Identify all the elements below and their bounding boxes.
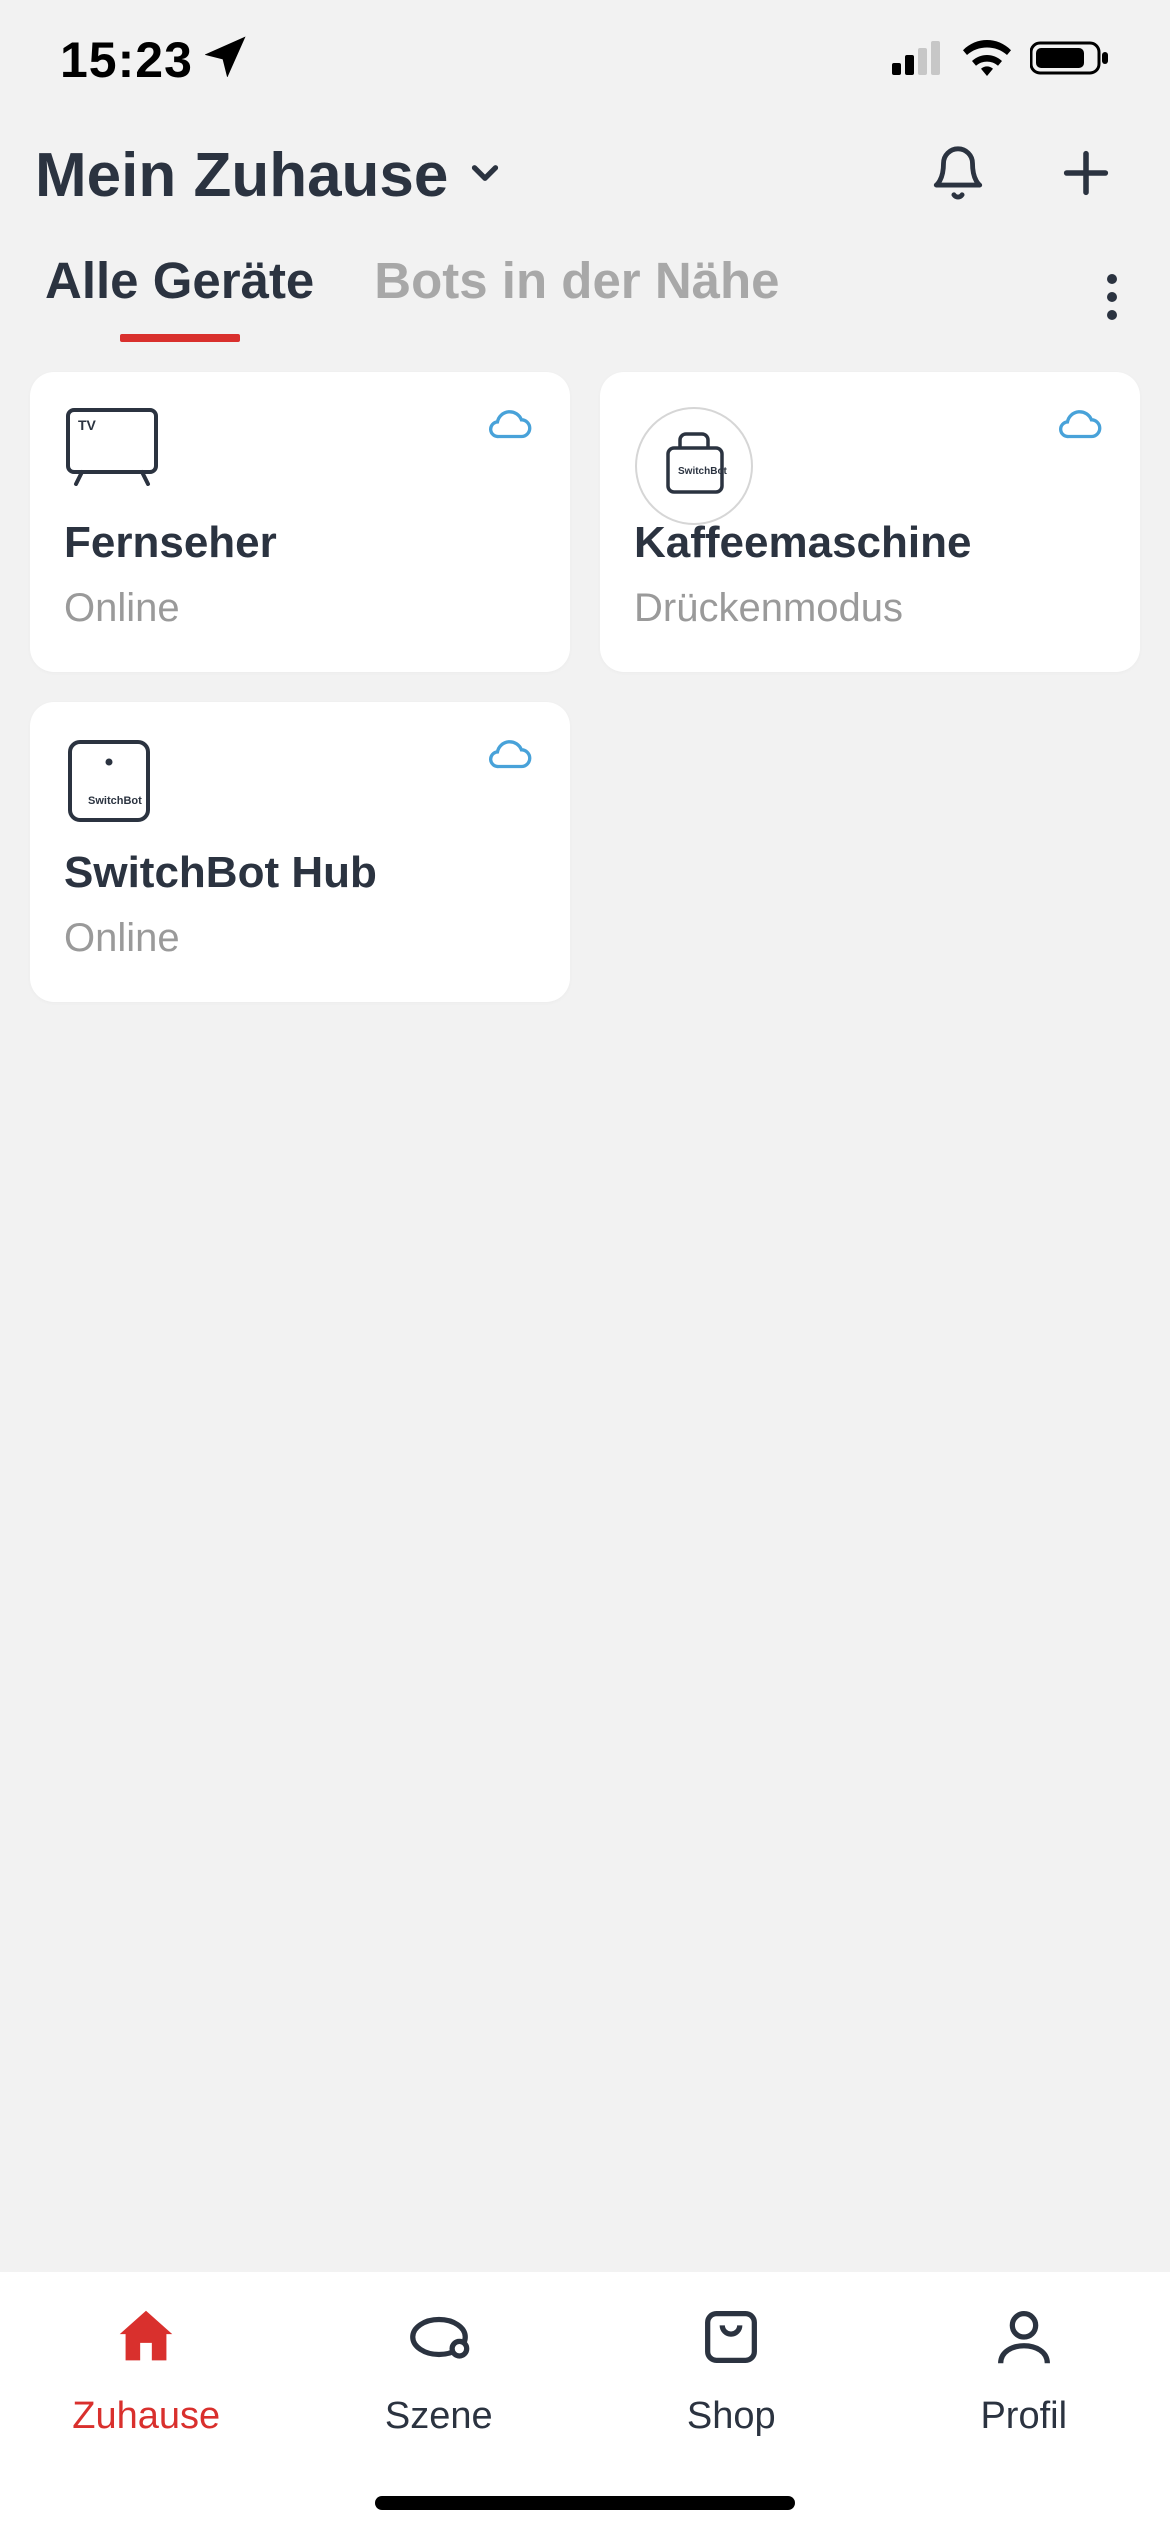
nav-profile[interactable]: Profil bbox=[924, 2302, 1124, 2438]
svg-text:SwitchBot: SwitchBot bbox=[88, 795, 142, 807]
device-name: SwitchBot Hub bbox=[64, 848, 536, 898]
device-card[interactable]: SwitchBot Kaffeemaschine Drückenmodus bbox=[600, 372, 1140, 672]
status-bar: 15:23 bbox=[0, 0, 1170, 120]
bottom-nav: Zuhause Szene Shop Profil bbox=[0, 2272, 1170, 2532]
cloud-icon bbox=[486, 406, 536, 447]
device-status: Online bbox=[64, 586, 536, 631]
tab-label: Alle Geräte bbox=[45, 251, 314, 310]
svg-text:TV: TV bbox=[78, 417, 97, 433]
device-card[interactable]: SwitchBot SwitchBot Hub Online bbox=[30, 702, 570, 1002]
switchbot-bot-icon: SwitchBot bbox=[634, 406, 754, 516]
battery-icon bbox=[1030, 40, 1110, 81]
device-status: Drückenmodus bbox=[634, 586, 1106, 631]
profile-icon bbox=[989, 2302, 1059, 2377]
app-header: Mein Zuhause bbox=[0, 120, 1170, 231]
device-name: Kaffeemaschine bbox=[634, 518, 1106, 568]
device-name: Fernseher bbox=[64, 518, 536, 568]
nav-label: Zuhause bbox=[72, 2395, 220, 2438]
tab-nearby-bots[interactable]: Bots in der Nähe bbox=[374, 251, 779, 342]
cellular-icon bbox=[892, 41, 944, 80]
header-actions bbox=[929, 144, 1115, 207]
plus-icon[interactable] bbox=[1057, 144, 1115, 207]
scene-icon bbox=[404, 2302, 474, 2377]
nav-shop[interactable]: Shop bbox=[631, 2302, 831, 2438]
wifi-icon bbox=[962, 40, 1012, 81]
device-card[interactable]: TV Fernseher Online bbox=[30, 372, 570, 672]
device-status: Online bbox=[64, 916, 536, 961]
status-time-wrap: 15:23 bbox=[60, 31, 247, 89]
nav-label: Shop bbox=[687, 2395, 776, 2438]
cloud-icon bbox=[486, 736, 536, 777]
nav-label: Szene bbox=[385, 2395, 493, 2438]
tab-underline bbox=[120, 334, 240, 342]
home-selector[interactable]: Mein Zuhause bbox=[35, 140, 506, 211]
more-options-button[interactable] bbox=[1099, 264, 1125, 330]
tabs-group: Alle Geräte Bots in der Nähe bbox=[45, 251, 780, 342]
home-indicator bbox=[375, 2496, 795, 2510]
status-right bbox=[892, 40, 1110, 81]
status-time: 15:23 bbox=[60, 31, 193, 89]
nav-home[interactable]: Zuhause bbox=[46, 2302, 246, 2438]
tab-all-devices[interactable]: Alle Geräte bbox=[45, 251, 314, 342]
cloud-icon bbox=[1056, 406, 1106, 447]
home-title: Mein Zuhause bbox=[35, 140, 448, 211]
nav-label: Profil bbox=[980, 2395, 1067, 2438]
switchbot-hub-icon: SwitchBot bbox=[64, 736, 184, 846]
shop-icon bbox=[696, 2302, 766, 2377]
home-icon bbox=[111, 2302, 181, 2377]
tab-label: Bots in der Nähe bbox=[374, 251, 779, 310]
chevron-down-icon bbox=[464, 152, 506, 199]
device-grid: TV Fernseher Online SwitchBot bbox=[0, 342, 1170, 1032]
svg-text:SwitchBot: SwitchBot bbox=[678, 466, 728, 477]
location-icon bbox=[205, 31, 247, 89]
bell-icon[interactable] bbox=[929, 144, 987, 207]
nav-scene[interactable]: Szene bbox=[339, 2302, 539, 2438]
tv-icon: TV bbox=[64, 406, 184, 516]
tabs-row: Alle Geräte Bots in der Nähe bbox=[0, 231, 1170, 342]
